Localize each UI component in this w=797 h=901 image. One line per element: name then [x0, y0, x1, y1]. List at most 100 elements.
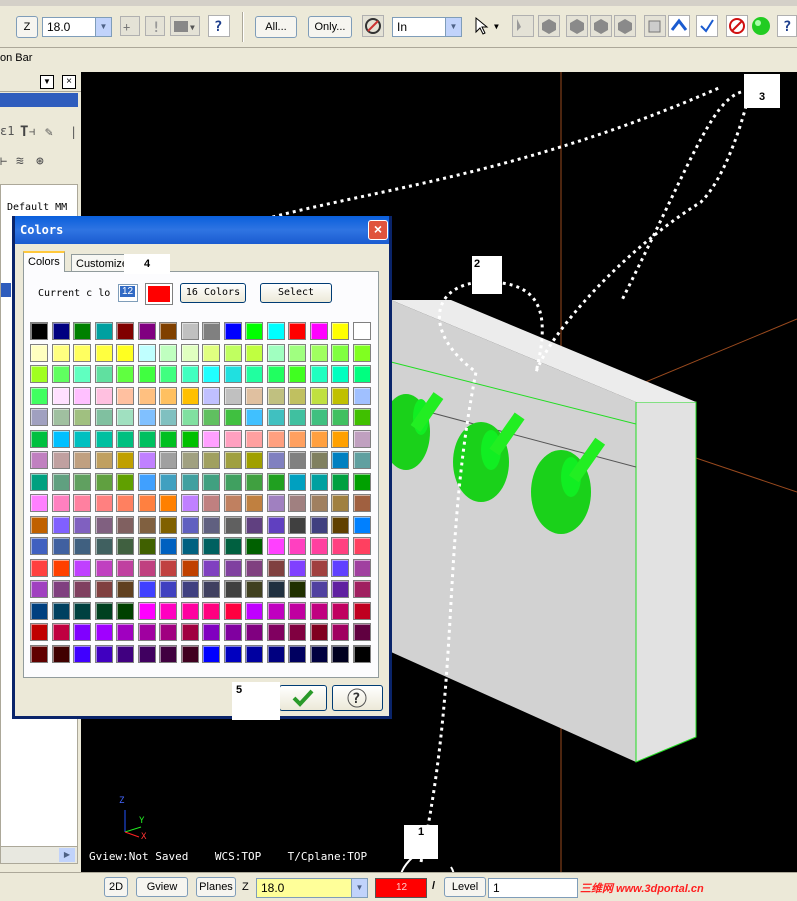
color-swatch[interactable]	[309, 515, 328, 534]
color-swatch[interactable]	[309, 580, 328, 598]
hex-icon-3[interactable]	[614, 15, 636, 37]
color-swatch[interactable]	[159, 451, 177, 469]
color-swatch[interactable]	[159, 365, 177, 383]
color-swatch[interactable]	[331, 601, 349, 620]
color-swatch[interactable]	[94, 558, 113, 577]
color-swatch[interactable]	[159, 558, 177, 577]
color-swatch[interactable]	[73, 322, 91, 340]
color-swatch[interactable]	[116, 365, 134, 383]
color-swatch[interactable]	[245, 343, 263, 362]
color-swatch[interactable]	[288, 322, 306, 340]
color-swatch[interactable]	[202, 494, 220, 512]
color-swatch[interactable]	[202, 322, 220, 340]
color-swatch[interactable]	[73, 408, 91, 426]
help-icon[interactable]: ?	[208, 15, 230, 37]
color-swatch[interactable]	[94, 537, 113, 555]
color-swatch[interactable]	[266, 558, 285, 577]
color-swatch[interactable]	[352, 494, 371, 512]
color-swatch[interactable]	[116, 623, 134, 641]
color-swatch[interactable]	[30, 386, 48, 405]
color-swatch[interactable]	[159, 623, 177, 641]
color-swatch[interactable]	[288, 601, 306, 620]
color-swatch[interactable]	[352, 386, 371, 405]
color-swatch[interactable]	[94, 601, 113, 620]
current-color-field[interactable]: 12	[118, 284, 138, 302]
color-swatch[interactable]	[116, 429, 134, 448]
color-swatch[interactable]	[137, 365, 156, 383]
color-swatch[interactable]	[137, 343, 156, 362]
color-swatch[interactable]	[266, 343, 285, 362]
color-swatch[interactable]	[73, 580, 91, 598]
color-swatch[interactable]	[73, 472, 91, 491]
color-swatch[interactable]	[51, 408, 70, 426]
color-swatch[interactable]	[223, 558, 242, 577]
horizontal-scrollbar[interactable]: ▶	[0, 846, 78, 864]
color-swatch[interactable]	[266, 451, 285, 469]
color-swatch[interactable]	[180, 408, 199, 426]
color-swatch[interactable]	[159, 601, 177, 620]
color-swatch[interactable]	[331, 386, 349, 405]
color-swatch[interactable]	[116, 494, 134, 512]
color-swatch[interactable]	[352, 472, 371, 491]
color-swatch[interactable]	[288, 472, 306, 491]
help-icon-right[interactable]: ?	[777, 15, 797, 37]
color-swatch[interactable]	[245, 601, 263, 620]
color-swatch[interactable]	[245, 494, 263, 512]
color-swatch[interactable]	[202, 429, 220, 448]
color-swatch[interactable]	[266, 623, 285, 641]
color-swatch[interactable]	[73, 558, 91, 577]
color-swatch[interactable]	[51, 365, 70, 383]
color-swatch[interactable]	[266, 644, 285, 663]
attributes-icon[interactable]: ▼	[170, 16, 200, 36]
color-swatch[interactable]	[51, 558, 70, 577]
color-swatch[interactable]	[94, 623, 113, 641]
color-swatch[interactable]	[180, 537, 199, 555]
color-swatch[interactable]	[223, 472, 242, 491]
color-swatch[interactable]	[223, 494, 242, 512]
color-swatch[interactable]	[202, 558, 220, 577]
color-swatch[interactable]	[309, 601, 328, 620]
color-swatch[interactable]	[202, 537, 220, 555]
color-swatch[interactable]	[202, 580, 220, 598]
color-swatch[interactable]	[137, 601, 156, 620]
color-swatch[interactable]	[288, 580, 306, 598]
color-swatch[interactable]	[116, 343, 134, 362]
color-swatch[interactable]	[266, 408, 285, 426]
rotate-icon[interactable]	[668, 15, 690, 37]
scroll-right-icon[interactable]: ▶	[59, 848, 75, 862]
btn-gview[interactable]: Gview	[136, 877, 188, 897]
status-z-combo[interactable]: 18.0 ▼	[256, 878, 368, 898]
color-swatch[interactable]	[223, 644, 242, 663]
verify-icon[interactable]	[696, 15, 718, 37]
color-swatch[interactable]	[223, 515, 242, 534]
color-swatch[interactable]	[331, 623, 349, 641]
color-swatch[interactable]	[159, 429, 177, 448]
status-level-button[interactable]: Level	[444, 877, 486, 897]
color-swatch[interactable]	[288, 451, 306, 469]
solid-select-icon[interactable]	[538, 15, 560, 37]
color-swatch[interactable]	[309, 386, 328, 405]
color-swatch[interactable]	[331, 343, 349, 362]
color-swatch[interactable]	[309, 644, 328, 663]
color-swatch[interactable]	[137, 494, 156, 512]
color-swatch[interactable]	[30, 537, 48, 555]
color-swatch[interactable]	[51, 494, 70, 512]
color-swatch[interactable]	[180, 601, 199, 620]
color-swatch[interactable]	[180, 644, 199, 663]
color-swatch[interactable]	[288, 515, 306, 534]
color-swatch[interactable]	[159, 515, 177, 534]
color-swatch[interactable]	[137, 644, 156, 663]
chevron-down-icon[interactable]: ▼	[95, 18, 111, 36]
color-swatch[interactable]	[159, 343, 177, 362]
color-swatch[interactable]	[180, 558, 199, 577]
color-swatch[interactable]	[116, 451, 134, 469]
color-swatch[interactable]	[202, 386, 220, 405]
color-swatch[interactable]	[266, 386, 285, 405]
color-swatch[interactable]	[94, 580, 113, 598]
color-swatch[interactable]	[116, 601, 134, 620]
color-swatch[interactable]	[309, 537, 328, 555]
color-swatch[interactable]	[288, 343, 306, 362]
color-swatch[interactable]	[94, 365, 113, 383]
color-swatch[interactable]	[202, 515, 220, 534]
color-swatch[interactable]	[180, 451, 199, 469]
